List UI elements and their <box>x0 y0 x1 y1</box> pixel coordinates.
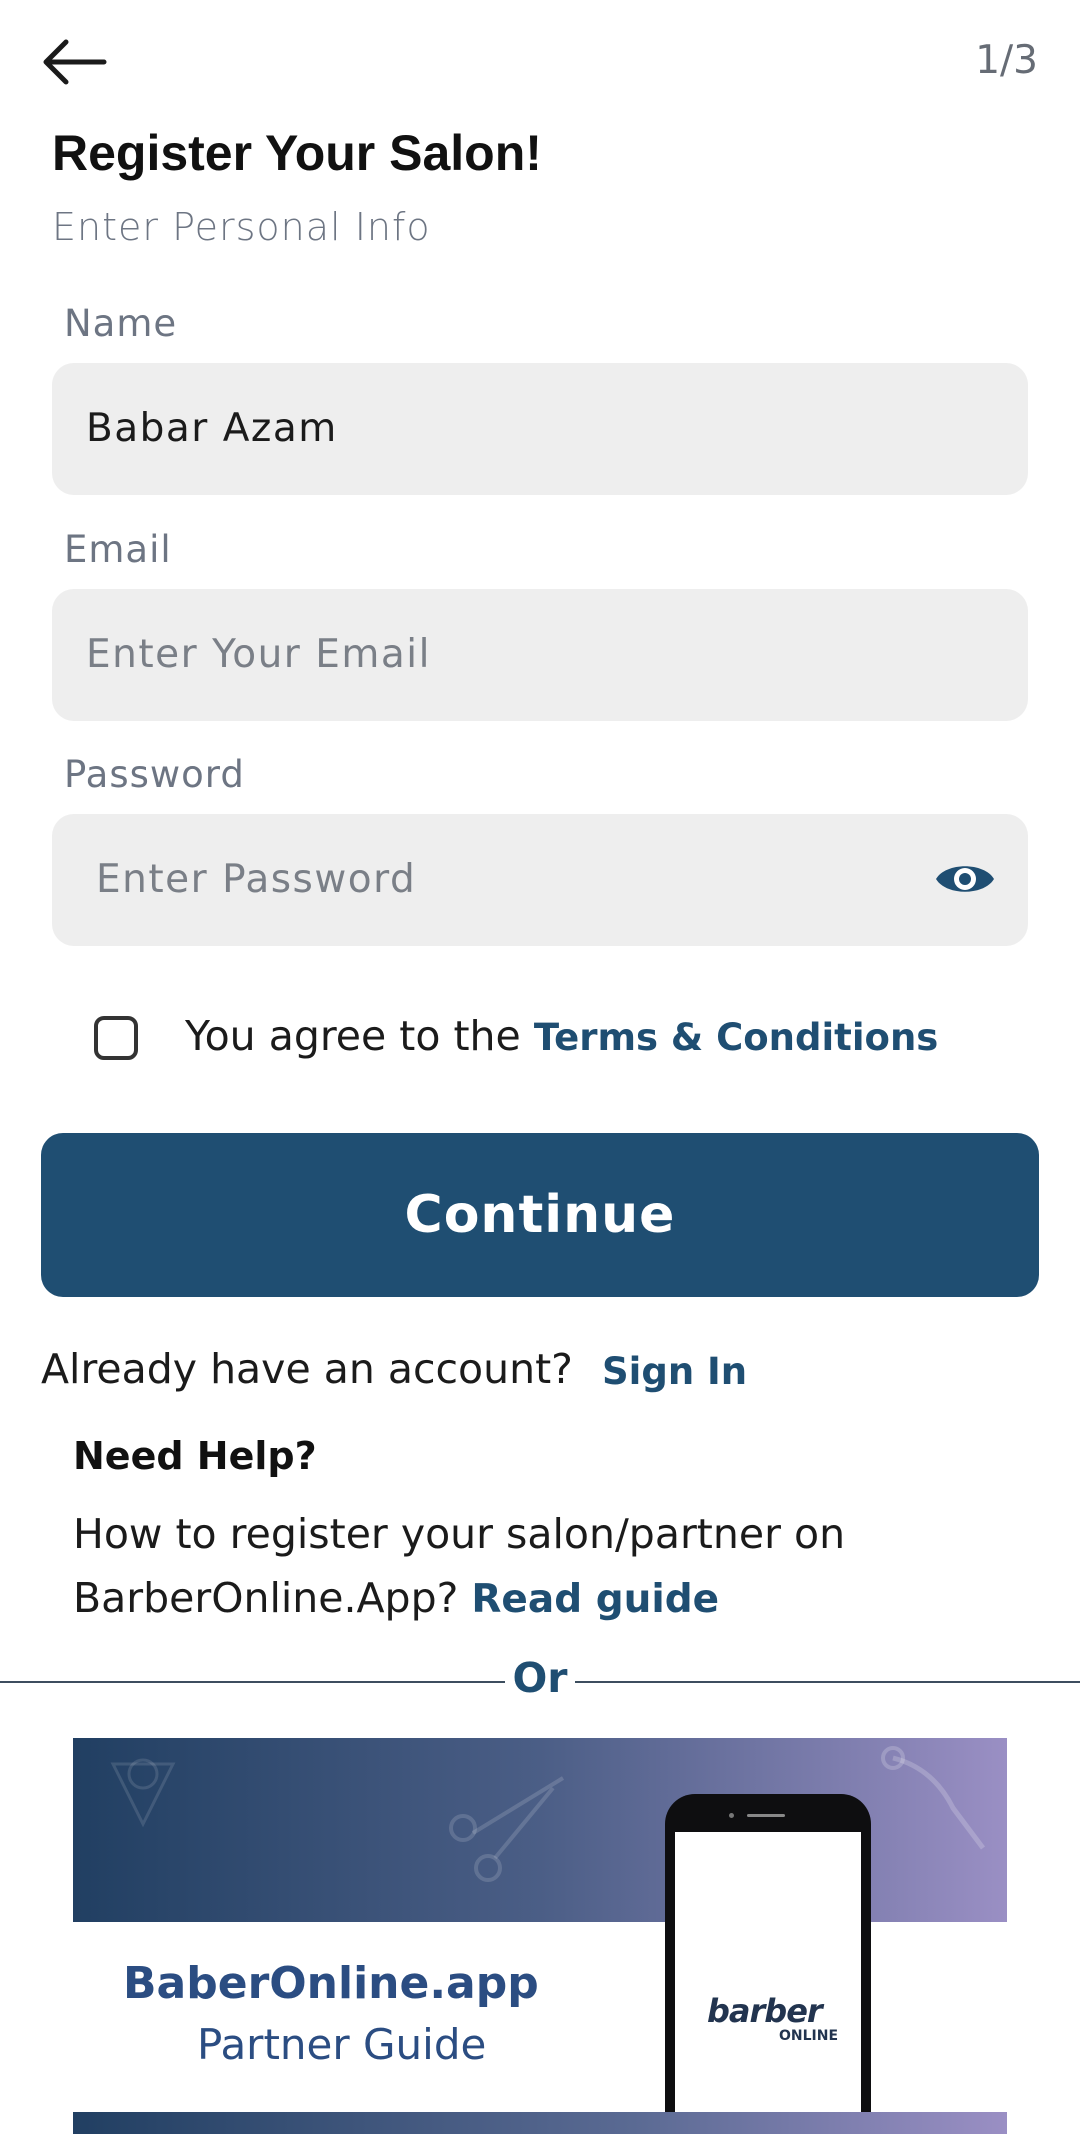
email-placeholder: Enter Your Email <box>86 632 431 677</box>
signin-link[interactable]: Sign In <box>602 1350 747 1393</box>
terms-prefix: You agree to the <box>185 1012 534 1060</box>
password-label: Password <box>64 753 245 796</box>
password-placeholder: Enter Password <box>96 857 417 902</box>
divider-right <box>575 1681 1080 1683</box>
name-field[interactable]: Babar Azam <box>52 363 1028 495</box>
email-field[interactable]: Enter Your Email <box>52 589 1028 721</box>
read-guide-link[interactable]: Read guide <box>471 1577 719 1622</box>
name-value: Babar Azam <box>86 406 338 451</box>
help-text: How to register your salon/partner on Ba… <box>73 1502 973 1632</box>
terms-checkbox[interactable] <box>94 1016 138 1060</box>
page-title: Register Your Salon! <box>52 125 542 181</box>
scissors-icon <box>449 1776 565 1882</box>
banner-brand: BaberOnline.app <box>123 1958 539 2009</box>
back-arrow-icon[interactable] <box>36 32 116 92</box>
eye-icon[interactable] <box>934 856 996 902</box>
partner-guide-banner[interactable]: BaberOnline.app Partner Guide barber ONL… <box>73 1738 1007 2134</box>
terms-text: You agree to the Terms & Conditions <box>185 1012 938 1060</box>
razor-icon <box>881 1746 985 1850</box>
continue-button[interactable]: Continue <box>41 1133 1039 1297</box>
phone-speaker <box>747 1814 785 1817</box>
barber-logo-sub: ONLINE <box>779 2028 839 2044</box>
password-field[interactable]: Enter Password <box>52 814 1028 946</box>
banner-bottom-strip <box>73 2112 1007 2134</box>
terms-link[interactable]: Terms & Conditions <box>534 1016 939 1059</box>
phone-screen: barber ONLINE <box>675 1832 861 2134</box>
phone-camera <box>729 1813 734 1818</box>
barber-face-icon <box>110 1758 176 1828</box>
divider-left <box>0 1681 505 1683</box>
name-label: Name <box>64 302 178 345</box>
email-label: Email <box>64 528 172 571</box>
page-subtitle: Enter Personal Info <box>52 205 431 249</box>
phone-mockup: barber ONLINE <box>665 1794 871 2134</box>
banner-subtitle: Partner Guide <box>197 2020 487 2069</box>
barber-logo: barber <box>707 1992 823 2030</box>
help-body: How to register your salon/partner on Ba… <box>73 1510 846 1622</box>
divider-or-label: Or <box>512 1654 568 1702</box>
step-indicator: 1/3 <box>975 38 1038 83</box>
signin-prompt: Already have an account? <box>41 1345 573 1393</box>
help-heading: Need Help? <box>73 1434 317 1478</box>
